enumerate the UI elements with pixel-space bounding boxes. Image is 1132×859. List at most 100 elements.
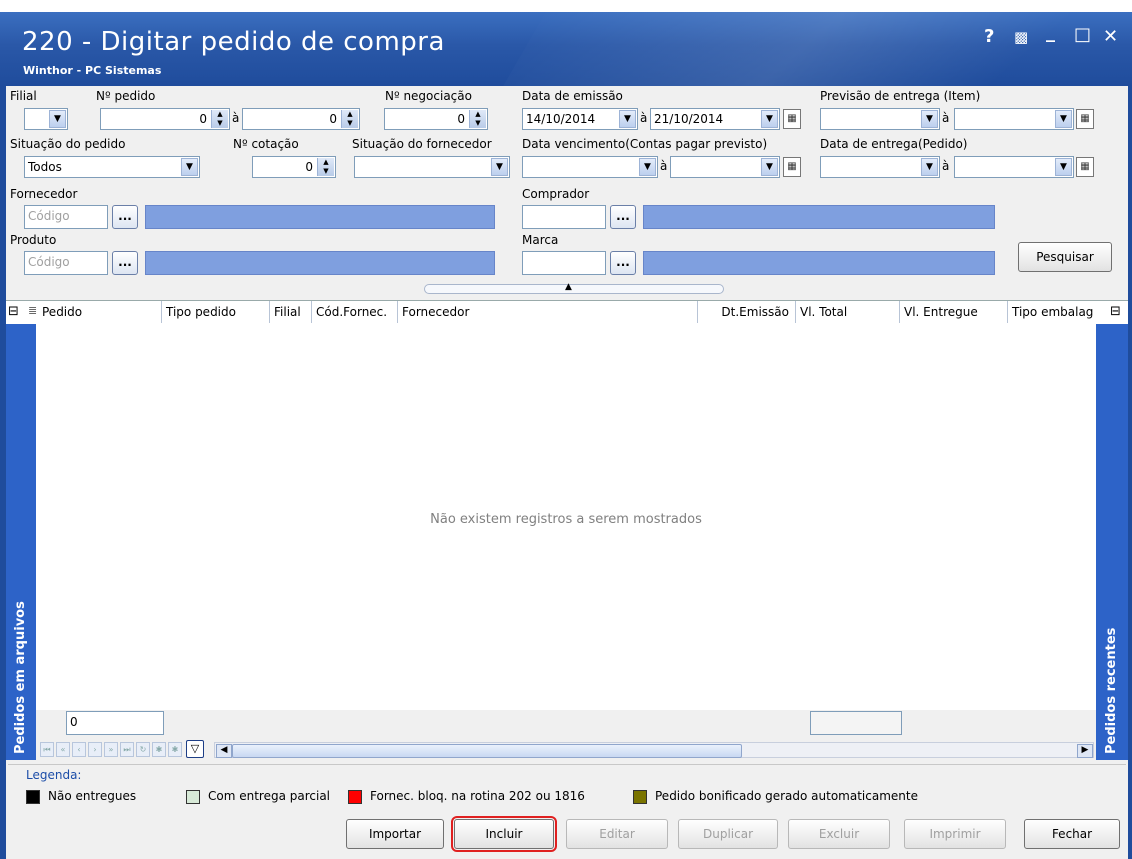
- nav-next-icon[interactable]: ›: [88, 742, 102, 757]
- calendar-icon[interactable]: ▦: [783, 157, 801, 177]
- nav-insert-icon[interactable]: ✱: [152, 742, 166, 757]
- nav-refresh-icon[interactable]: ↻: [136, 742, 150, 757]
- editar-button[interactable]: Editar: [566, 819, 668, 849]
- produto-lookup-button[interactable]: ...: [112, 251, 138, 275]
- calendar-icon[interactable]: ▦: [1076, 157, 1094, 177]
- data-emissao-from-input[interactable]: 14/10/2014 ▼: [522, 108, 638, 130]
- data-entrega-from-input[interactable]: ▼: [820, 156, 940, 178]
- marca-lookup-button[interactable]: ...: [610, 251, 636, 275]
- horizontal-scrollbar[interactable]: ◀ ▶: [214, 742, 1094, 758]
- legend-swatch-bonificado: [633, 790, 647, 804]
- restore-button[interactable]: ▩: [1014, 28, 1028, 46]
- chevron-down-icon[interactable]: ▼: [921, 158, 938, 176]
- comprador-lookup-button[interactable]: ...: [610, 205, 636, 229]
- chevron-down-icon[interactable]: ▼: [761, 110, 778, 128]
- marca-code-input[interactable]: [522, 251, 606, 275]
- data-emissao-from-value: 14/10/2014: [526, 112, 596, 126]
- num-pedido-from-value: 0: [199, 112, 207, 126]
- chevron-down-icon[interactable]: ▼: [761, 158, 778, 176]
- column-chooser-icon[interactable]: ⊟: [1110, 304, 1121, 319]
- calendar-icon[interactable]: ▦: [783, 109, 801, 129]
- situacao-pedido-label: Situação do pedido: [10, 137, 126, 151]
- legend-label-bonificado: Pedido bonificado gerado automaticamente: [655, 789, 918, 803]
- pedidos-em-arquivos-panel[interactable]: Pedidos em arquivos: [6, 324, 36, 760]
- pedidos-em-arquivos-label: Pedidos em arquivos: [13, 601, 28, 754]
- column-header-tipo-pedido[interactable]: Tipo pedido: [162, 301, 270, 323]
- scroll-thumb[interactable]: [232, 744, 742, 758]
- window-subtitle: Winthor - PC Sistemas: [23, 64, 162, 77]
- column-header-cod-fornec[interactable]: Cód.Fornec.: [312, 301, 398, 323]
- fornecedor-code-input[interactable]: Código: [24, 205, 108, 229]
- spinner-icon[interactable]: ▲ ▼: [317, 158, 334, 176]
- previsao-to-input[interactable]: ▼: [954, 108, 1074, 130]
- fornecedor-label: Fornecedor: [10, 187, 78, 201]
- chevron-down-icon[interactable]: ▼: [181, 158, 198, 176]
- num-pedido-to-input[interactable]: 0 ▲ ▼: [242, 108, 360, 130]
- incluir-button[interactable]: Incluir: [451, 816, 557, 852]
- chevron-down-icon[interactable]: ▼: [491, 158, 508, 176]
- close-button[interactable]: ✕: [1103, 26, 1118, 47]
- minimize-button[interactable]: _: [1046, 22, 1055, 43]
- range-separator: à: [942, 111, 950, 125]
- column-header-pedido[interactable]: Pedido: [38, 301, 162, 323]
- help-button[interactable]: ?: [984, 26, 994, 47]
- chevron-down-icon[interactable]: ▼: [619, 110, 636, 128]
- fornecedor-placeholder: Código: [28, 209, 70, 223]
- column-header-vl-total[interactable]: Vl. Total: [796, 301, 900, 323]
- data-emissao-to-input[interactable]: 21/10/2014 ▼: [650, 108, 780, 130]
- column-header-vl-entregue[interactable]: Vl. Entregue: [900, 301, 1008, 323]
- orders-grid[interactable]: Não existem registros a serem mostrados: [36, 324, 1096, 710]
- nav-last-icon[interactable]: ⏭: [120, 742, 134, 757]
- importar-button[interactable]: Importar: [346, 819, 444, 849]
- comprador-code-input[interactable]: [522, 205, 606, 229]
- previsao-from-input[interactable]: ▼: [820, 108, 940, 130]
- column-header-filial[interactable]: Filial: [270, 301, 312, 323]
- chevron-down-icon[interactable]: ▼: [1055, 110, 1072, 128]
- num-cotacao-input[interactable]: 0 ▲ ▼: [252, 156, 336, 178]
- situacao-pedido-select[interactable]: Todos ▼: [24, 156, 200, 178]
- nav-next-page-icon[interactable]: »: [104, 742, 118, 757]
- num-negociacao-input[interactable]: 0 ▲ ▼: [384, 108, 488, 130]
- chevron-up-icon[interactable]: ▲: [565, 282, 572, 292]
- pedidos-recentes-panel[interactable]: Pedidos recentes: [1096, 324, 1128, 760]
- spinner-icon[interactable]: ▲ ▼: [211, 110, 228, 128]
- nav-prev-page-icon[interactable]: «: [56, 742, 70, 757]
- spinner-icon[interactable]: ▲ ▼: [341, 110, 358, 128]
- panel-splitter[interactable]: ▲: [424, 282, 724, 294]
- pesquisar-button[interactable]: Pesquisar: [1018, 242, 1112, 272]
- imprimir-button[interactable]: Imprimir: [904, 819, 1006, 849]
- filter-icon[interactable]: ▽: [186, 740, 204, 758]
- nav-first-icon[interactable]: ⏮: [40, 742, 54, 757]
- main-window: 220 - Digitar pedido de compra Winthor -…: [0, 12, 1132, 859]
- maximize-button[interactable]: □: [1074, 24, 1091, 45]
- grid-menu-icon[interactable]: ≣: [28, 304, 37, 317]
- column-chooser-icon[interactable]: ⊟: [8, 304, 19, 319]
- range-separator: à: [640, 111, 648, 125]
- nav-append-icon[interactable]: ✱: [168, 742, 182, 757]
- spinner-icon[interactable]: ▲ ▼: [469, 110, 486, 128]
- excluir-button[interactable]: Excluir: [788, 819, 890, 849]
- data-vencimento-to-input[interactable]: ▼: [670, 156, 780, 178]
- filial-select[interactable]: ▼: [24, 108, 68, 130]
- nav-prev-icon[interactable]: ‹: [72, 742, 86, 757]
- range-separator: à: [942, 159, 950, 173]
- data-vencimento-from-input[interactable]: ▼: [522, 156, 658, 178]
- calendar-icon[interactable]: ▦: [1076, 109, 1094, 129]
- duplicar-button[interactable]: Duplicar: [678, 819, 778, 849]
- fornecedor-lookup-button[interactable]: ...: [112, 205, 138, 229]
- chevron-down-icon[interactable]: ▼: [49, 110, 66, 128]
- column-header-tipo-embalagem[interactable]: Tipo embalag: [1008, 301, 1104, 323]
- num-cotacao-label: Nº cotação: [233, 137, 299, 151]
- scroll-left-icon[interactable]: ◀: [216, 744, 232, 758]
- situacao-fornecedor-select[interactable]: ▼: [354, 156, 510, 178]
- data-entrega-to-input[interactable]: ▼: [954, 156, 1074, 178]
- scroll-right-icon[interactable]: ▶: [1077, 744, 1093, 758]
- column-header-fornecedor[interactable]: Fornecedor: [398, 301, 698, 323]
- chevron-down-icon[interactable]: ▼: [921, 110, 938, 128]
- num-pedido-from-input[interactable]: 0 ▲ ▼: [100, 108, 230, 130]
- chevron-down-icon[interactable]: ▼: [639, 158, 656, 176]
- chevron-down-icon[interactable]: ▼: [1055, 158, 1072, 176]
- fechar-button[interactable]: Fechar: [1024, 819, 1120, 849]
- produto-code-input[interactable]: Código: [24, 251, 108, 275]
- column-header-dt-emissao[interactable]: Dt.Emissão: [698, 301, 796, 323]
